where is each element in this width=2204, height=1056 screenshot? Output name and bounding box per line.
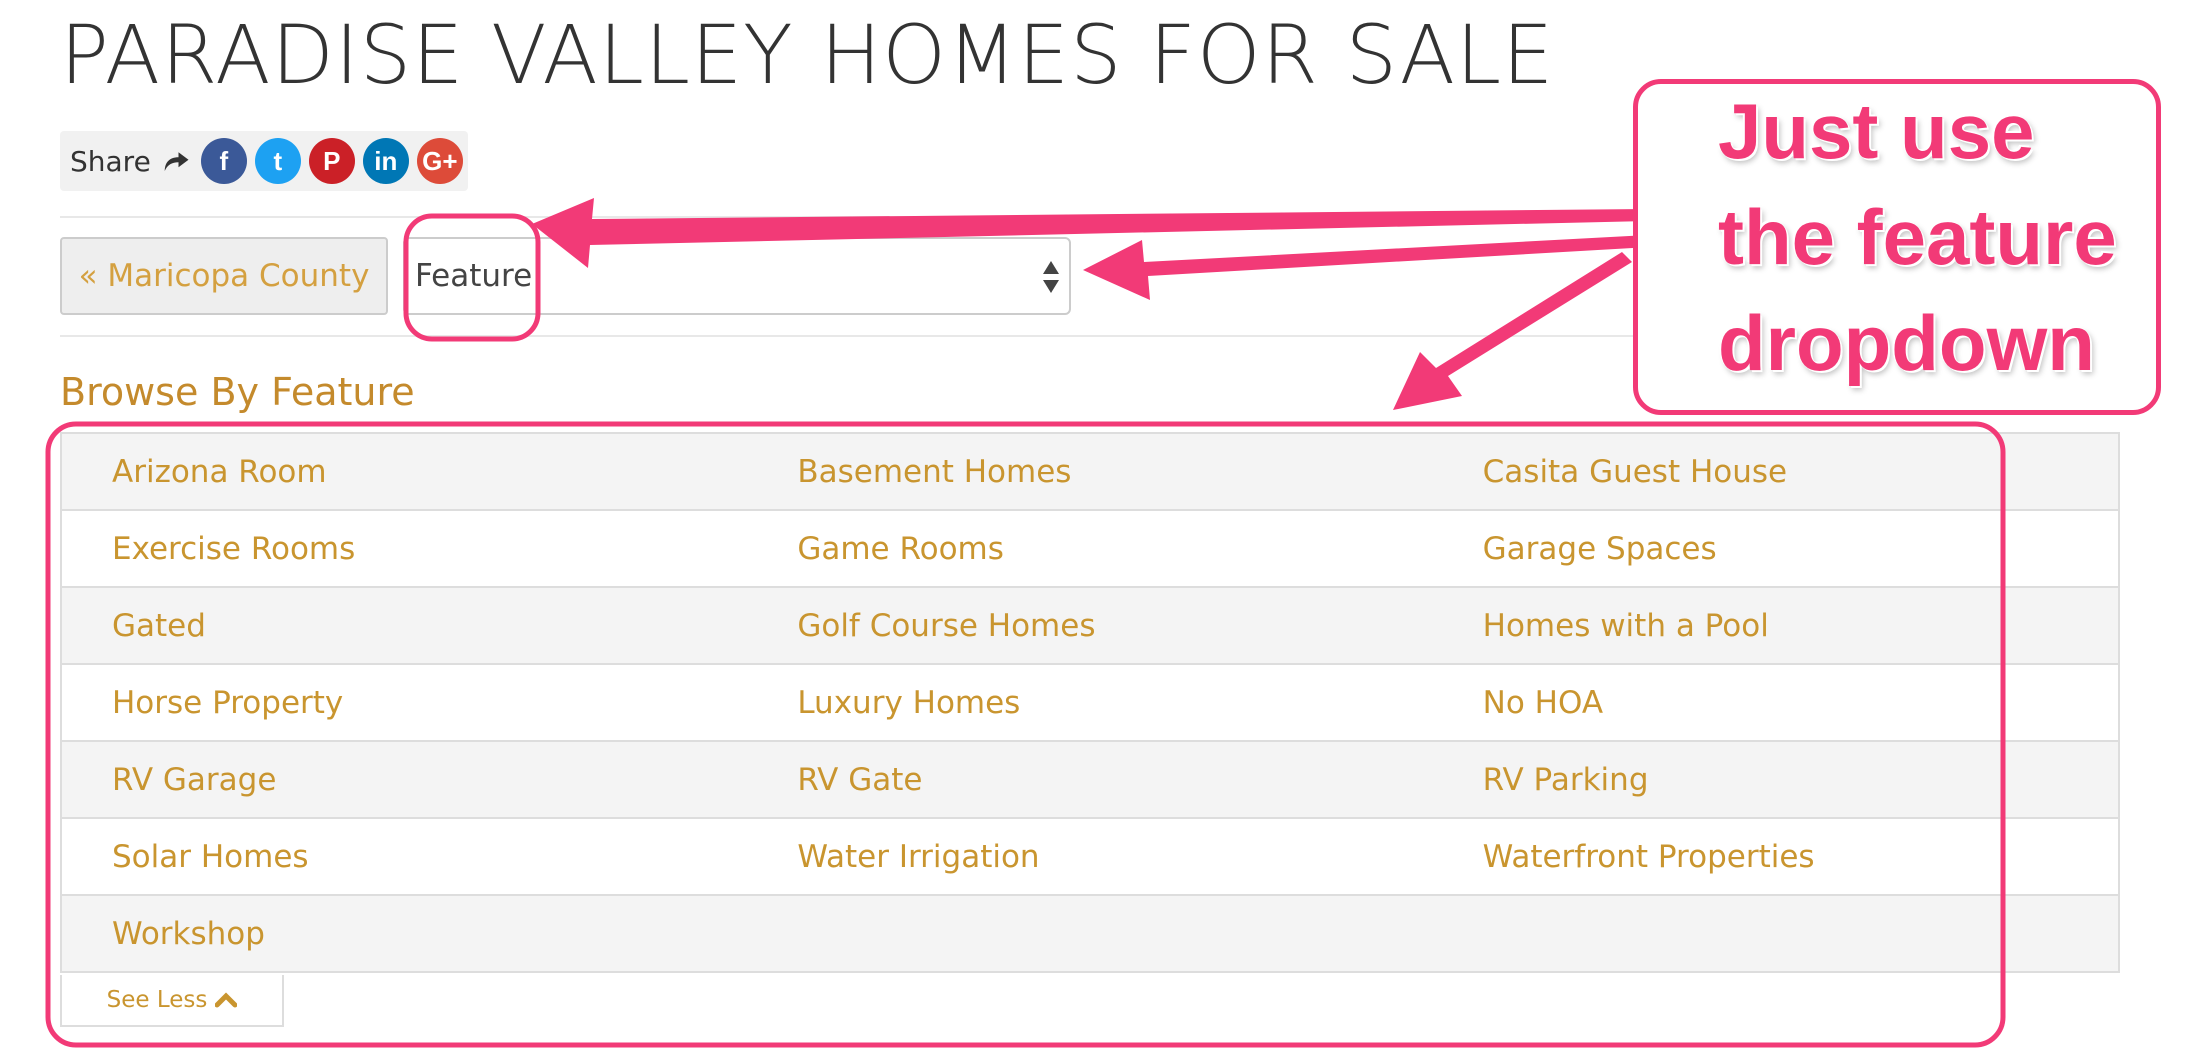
table-cell [1432,894,2119,972]
annotation-text: Just use the feature dropdown [1718,78,2158,396]
google-plus-icon[interactable]: G+ [416,138,463,184]
feature-link[interactable]: Game Rooms [797,531,1004,567]
table-row: Workshop [61,894,2119,972]
table-row: Arizona Room Basement Homes Casita Guest H… [61,432,2119,510]
table-cell: Arizona Room [61,432,748,510]
annotation-line: the feature [1718,193,2117,281]
table-cell: Solar Homes [61,817,748,895]
feature-link[interactable]: Horse Property [112,685,343,721]
feature-link[interactable]: Gated [112,608,206,644]
table-cell: Homes with a Pool [1432,586,2119,664]
table-cell: Waterfront Properties [1432,817,2119,895]
table-row: Gated Golf Course Homes Homes with a Pool [61,586,2119,664]
twitter-icon[interactable]: t [254,138,301,184]
table-cell: Golf Course Homes [747,586,1433,664]
share-label: Share [70,144,151,178]
table-row: Exercise Rooms Game Rooms Garage Spaces [61,509,2119,587]
feature-link[interactable]: RV Garage [112,762,276,798]
page-title: PARADISE VALLEY HOMES FOR SALE [60,9,1555,103]
facebook-icon[interactable]: f [200,138,247,184]
feature-dropdown-value: Feature [415,258,533,294]
see-less-label: See Less [106,987,208,1013]
share-bar: Share f t P in G+ [60,131,468,191]
browse-by-feature-title: Browse By Feature [60,370,415,414]
linkedin-icon[interactable]: in [362,138,409,184]
feature-link[interactable]: Water Irrigation [797,839,1039,875]
maricopa-county-link[interactable]: « Maricopa County [60,237,388,315]
table-cell: RV Gate [747,740,1433,818]
pinterest-icon[interactable]: P [308,138,355,184]
table-cell: Horse Property [61,663,748,741]
table-cell: RV Garage [61,740,748,818]
table-cell: Casita Guest House [1432,432,2119,510]
feature-link[interactable]: Exercise Rooms [112,531,355,567]
table-cell: Water Irrigation [747,817,1433,895]
table-cell: Workshop [61,894,748,972]
feature-link[interactable]: No HOA [1483,685,1603,721]
feature-dropdown[interactable]: Feature [403,237,1071,315]
feature-link[interactable]: Arizona Room [112,454,327,490]
table-cell: Basement Homes [747,432,1433,510]
chevron-up-icon [215,992,238,1008]
table-cell: No HOA [1432,663,2119,741]
feature-link[interactable]: RV Parking [1483,762,1649,798]
table-cell: Game Rooms [747,509,1433,587]
feature-link[interactable]: Solar Homes [112,839,309,875]
share-arrow-icon [164,152,189,171]
arrow-to-dropdown [1083,235,1650,300]
table-cell: Luxury Homes [747,663,1433,741]
feature-link[interactable]: Waterfront Properties [1483,839,1815,875]
table-row: Horse Property Luxury Homes No HOA [61,663,2119,741]
feature-link[interactable]: Luxury Homes [797,685,1020,721]
feature-table: Arizona Room Basement Homes Casita Guest H… [60,432,2120,973]
see-less-button[interactable]: See Less [60,975,284,1027]
annotation-line: Just use [1718,87,2035,175]
table-row: Solar Homes Water Irrigation Waterfront Pr… [61,817,2119,895]
table-row: RV Garage RV Gate RV Parking [61,740,2119,818]
feature-link[interactable]: Golf Course Homes [797,608,1095,644]
feature-link[interactable]: RV Gate [797,762,922,798]
feature-link[interactable]: Homes with a Pool [1483,608,1769,644]
table-cell: Garage Spaces [1432,509,2119,587]
arrow-to-table [1393,252,1632,410]
annotation-line: dropdown [1718,299,2095,387]
table-cell [747,894,1433,972]
feature-link[interactable]: Basement Homes [797,454,1071,490]
feature-link[interactable]: Garage Spaces [1483,531,1717,567]
table-cell: Gated [61,586,748,664]
select-arrows-icon [1043,261,1059,293]
table-cell: RV Parking [1432,740,2119,818]
feature-link[interactable]: Workshop [112,916,265,952]
feature-link[interactable]: Casita Guest House [1483,454,1787,490]
table-cell: Exercise Rooms [61,509,748,587]
